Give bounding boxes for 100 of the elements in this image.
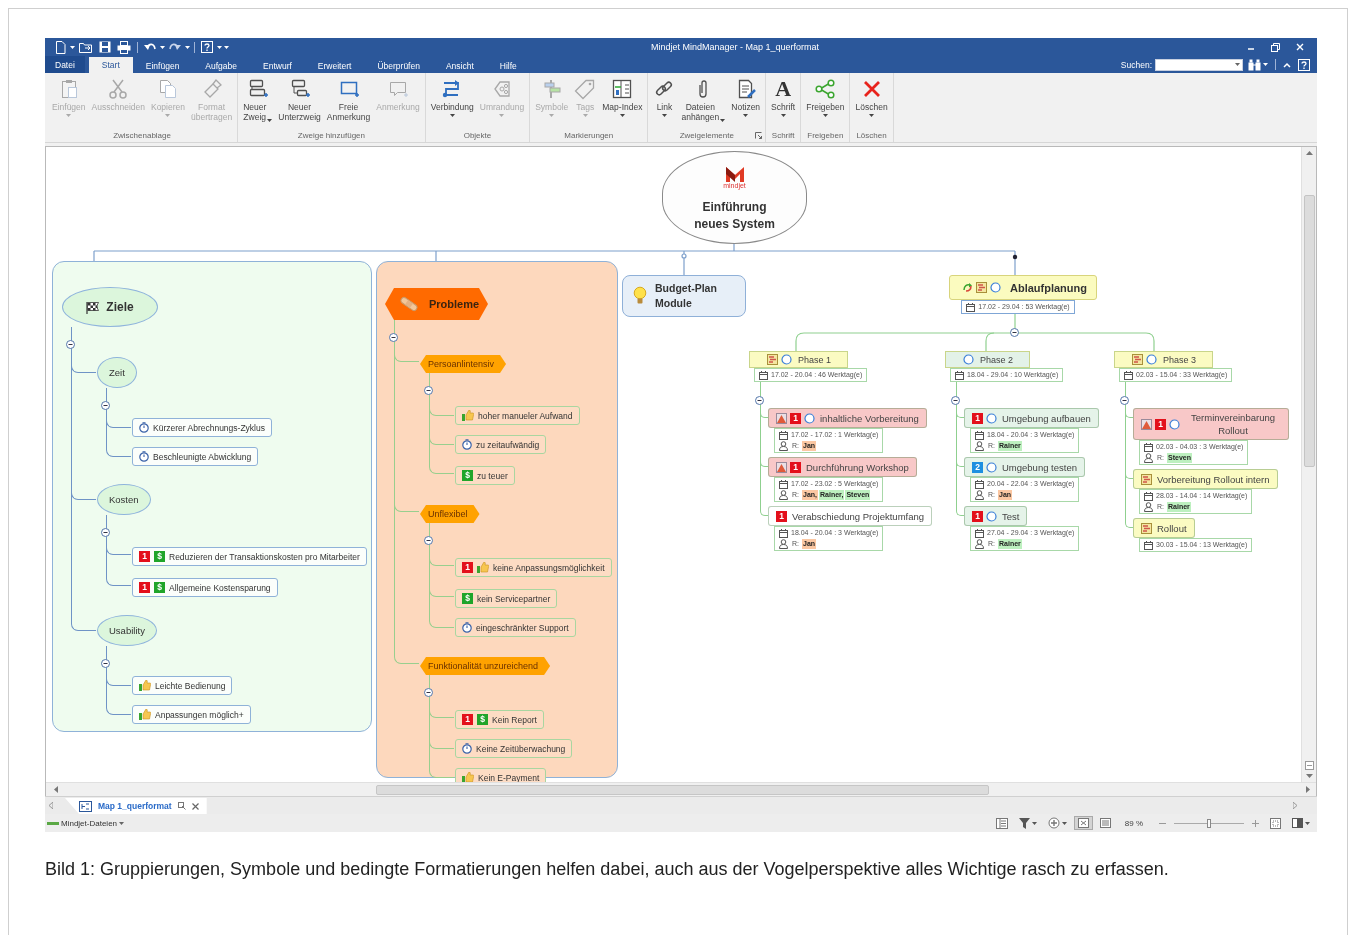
stopwatch-icon — [139, 422, 149, 433]
phase-node[interactable]: Phase 3 — [1114, 351, 1214, 368]
task-node[interactable]: 1 Verabschiedung Projektumfang — [768, 506, 933, 526]
topic-node[interactable]: Ziele — [62, 287, 158, 327]
ribbon-button[interactable]: Verbindung — [427, 76, 477, 117]
topic-node[interactable]: 1 $ Allgemeine Kostensparung — [132, 578, 278, 597]
ribbon-button[interactable]: Notizen — [728, 76, 764, 117]
topic-node[interactable]: Keine Zeitüberwachung — [455, 739, 573, 758]
collapse-button[interactable] — [755, 396, 764, 405]
collapse-button[interactable] — [101, 659, 110, 668]
ribbon-tab[interactable]: Ansicht — [432, 58, 487, 73]
collapse-button[interactable] — [101, 401, 110, 410]
topic-node[interactable]: 1 keine Anpassungsmöglichkeit — [455, 558, 612, 577]
collapse-button[interactable] — [66, 340, 75, 349]
phase-node[interactable]: Phase 2 — [945, 351, 1031, 368]
thumbs-up-icon — [139, 680, 151, 691]
toolbar-button[interactable] — [97, 40, 113, 54]
slider-thumb[interactable] — [1207, 818, 1211, 828]
task-node[interactable]: 2 Umgebung testen — [964, 457, 1085, 477]
toolbar-button[interactable] — [115, 39, 133, 55]
chevron-up-icon — [1283, 61, 1291, 68]
topic-node[interactable]: hoher manueler Aufwand — [455, 406, 580, 425]
document-tab-label[interactable]: Map 1_querformat — [98, 801, 172, 811]
task-node[interactable]: Rollout — [1133, 518, 1195, 538]
library-button[interactable]: Mindjet-Dateien — [47, 818, 125, 828]
fit-map-button[interactable] — [1267, 816, 1284, 830]
horizontal-scrollbar[interactable] — [46, 782, 1316, 796]
search-label: Suchen: — [1120, 59, 1152, 70]
ribbon-tab[interactable]: Entwurf — [250, 58, 305, 73]
topic-node[interactable]: Probleme — [385, 288, 488, 320]
ribbon-tab[interactable]: Einfügen — [132, 58, 193, 73]
topic-node[interactable]: $ zu teuer — [455, 466, 515, 485]
task-node[interactable]: 1 Durchführung Workshop — [768, 457, 917, 477]
topic-node[interactable]: Leichte Bedienung — [132, 676, 233, 695]
ribbon-button[interactable]: A Schrift — [768, 76, 799, 117]
topic-node[interactable]: 1 $ Reduzieren der Transaktionskosten pro Mitarbeiter — [132, 547, 367, 566]
ribbon-button[interactable]: Freigeben — [803, 76, 848, 117]
topic-node[interactable]: Usability — [97, 615, 157, 646]
help-button[interactable] — [1296, 57, 1312, 72]
ribbon-tab[interactable]: Hilfe — [486, 58, 530, 73]
collapse-button[interactable] — [1120, 396, 1129, 405]
topic-node[interactable]: Zeit — [97, 357, 137, 388]
topic-node[interactable]: Kein E-Payment — [455, 768, 547, 782]
collapse-button[interactable] — [424, 688, 433, 697]
window-control[interactable] — [1268, 40, 1283, 54]
toolbar-button[interactable] — [77, 40, 95, 54]
topic-node[interactable]: $ kein Servicepartner — [455, 589, 558, 608]
collapse-button[interactable] — [389, 333, 398, 342]
ribbon-button[interactable]: Neuer Zweig — [240, 76, 276, 122]
topic-node[interactable]: Ablaufplanung — [949, 275, 1097, 300]
panel-button[interactable] — [1289, 817, 1313, 829]
float-button[interactable] — [177, 802, 186, 810]
topic-node[interactable]: eingeschränkter Support — [455, 618, 576, 637]
dialog-launcher-button[interactable] — [755, 132, 763, 139]
save-icon — [99, 41, 111, 53]
scrollbar-thumb[interactable] — [376, 784, 989, 795]
phase-node[interactable]: Phase 1 — [749, 351, 849, 368]
document-tab[interactable]: Map 1_querformat — [65, 798, 207, 814]
task-node[interactable]: 1 inhaltliche Vorbereitung — [768, 408, 927, 428]
topic-node[interactable]: 1 $ Kein Report — [455, 710, 544, 729]
close-button[interactable] — [191, 802, 199, 810]
task-node[interactable]: 1 Umgebung aufbauen — [964, 408, 1099, 428]
collapse-button[interactable] — [424, 536, 433, 545]
ribbon-tab[interactable]: Erweitert — [304, 58, 365, 73]
ribbon-button[interactable]: Löschen — [852, 76, 891, 117]
scrollbar-thumb[interactable] — [1303, 195, 1315, 467]
caret-icon — [119, 821, 125, 825]
topic-node[interactable]: Unflexibel — [420, 505, 480, 523]
binoculars-button[interactable] — [1246, 57, 1270, 72]
topic-node[interactable]: Budget-Plan Module — [622, 275, 746, 317]
search-field[interactable] — [1155, 58, 1243, 71]
task-node[interactable]: 1 Terminvereinbarung Rollout — [1133, 408, 1289, 440]
ribbon-tab[interactable]: Überprüfen — [364, 58, 433, 73]
ribbon-button[interactable]: Link — [650, 76, 679, 117]
task-node[interactable]: Vorbereitung Rollout intern — [1133, 469, 1278, 489]
ribbon-tab[interactable]: Start — [88, 57, 133, 73]
toolbar-button[interactable] — [199, 40, 215, 54]
ribbon-tab[interactable]: Aufgabe — [192, 58, 251, 73]
topic-node[interactable]: Anpassungen möglich+ — [132, 705, 251, 724]
view-toggle-button[interactable] — [1074, 817, 1092, 829]
vertical-scrollbar[interactable] — [1301, 147, 1316, 782]
collapse-ribbon-button[interactable] — [1281, 60, 1293, 69]
ribbon-button[interactable]: Neuer Unterzweig — [275, 76, 324, 122]
collapse-button[interactable] — [424, 386, 433, 395]
index-grid-icon — [611, 78, 634, 100]
task-node[interactable]: 1 Test — [964, 506, 1028, 526]
collapse-button[interactable] — [1010, 328, 1019, 337]
topic-node[interactable]: Persoanlintensiv — [420, 355, 507, 373]
ribbon-button[interactable]: Freie Anmerkung — [323, 76, 374, 122]
topic-node[interactable]: Beschleunigte Abwicklung — [132, 447, 259, 466]
toolbar-button[interactable] — [53, 39, 68, 55]
topic-node[interactable]: Kosten — [97, 484, 151, 515]
collapse-button[interactable] — [101, 528, 110, 537]
topic-node[interactable]: Kürzerer Abrechnungs-Zyklus — [132, 418, 272, 437]
topic-node[interactable]: zu zeitaufwändig — [455, 435, 547, 454]
ribbon-tab[interactable]: Datei — [45, 56, 85, 73]
ribbon-button[interactable]: Dateien anhängen — [678, 76, 729, 122]
ribbon-button[interactable]: Map-Index — [599, 76, 646, 117]
topic-node[interactable]: Funktionalität unzureichend — [420, 657, 551, 675]
collapse-button[interactable] — [951, 396, 960, 405]
